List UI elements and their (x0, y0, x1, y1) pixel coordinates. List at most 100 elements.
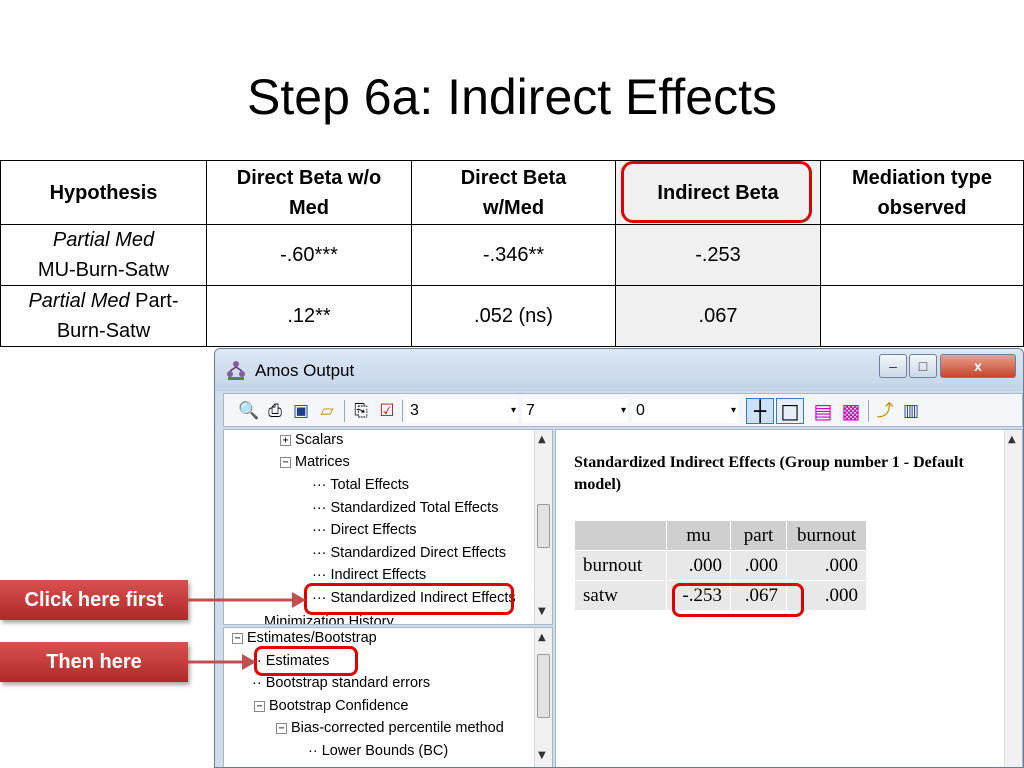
checkbox-icon[interactable]: ☑ (376, 400, 398, 422)
header-direct-beta-with-med: Direct Beta w/Med (411, 160, 616, 225)
maximize-button[interactable]: □ (909, 354, 937, 378)
tree-item-estimates-bootstrap[interactable]: − Estimates/Bootstrap (232, 628, 377, 648)
hypothesis-italic: Partial Med (28, 290, 130, 312)
matrix-corner (574, 520, 667, 551)
collapse-icon[interactable]: − (280, 457, 291, 468)
header-direct-w-med-line1: Direct Beta (460, 166, 567, 189)
table-row: Partial Med MU-Burn-Satw -.60*** -.346**… (0, 224, 1024, 286)
tree-label: Indirect Effects (330, 567, 427, 583)
tree-label: Standardized Direct Effects (330, 545, 506, 561)
tree-label: Bias-corrected percentile method (291, 720, 504, 736)
column-width-combo[interactable]: 7 ▾ (522, 399, 628, 423)
chevron-down-icon[interactable]: ▾ (511, 399, 516, 423)
help-pointer-icon[interactable]: ⤴ (874, 400, 896, 422)
tree-item-scalars[interactable]: + Scalars (280, 430, 343, 450)
scrollbar-thumb[interactable] (537, 504, 550, 548)
tree-label: Total Effects (330, 477, 409, 493)
toolbar-separator (344, 400, 345, 422)
matrix-row: burnout .000 .000 .000 (574, 550, 867, 581)
direct-wo-med-cell: .12** (206, 285, 412, 347)
chevron-down-icon[interactable]: ▾ (731, 399, 736, 423)
tree-item-bootstrap-se[interactable]: ·· Bootstrap standard errors (252, 673, 430, 693)
window-title: Amos Output (255, 361, 355, 380)
window-titlebar[interactable]: Amos Output – □ x (215, 349, 1023, 391)
mediation-cell (820, 285, 1024, 347)
tree-item-total-effects[interactable]: ··· Total Effects (312, 475, 409, 495)
header-mediation-line1: Mediation type (851, 166, 992, 189)
table-header-row: Hypothesis Direct Beta w/o Med Direct Be… (0, 160, 1024, 225)
then-here-callout: Then here (0, 642, 188, 682)
matrix-row: satw -.253 .067 .000 (574, 580, 867, 611)
copy-icon[interactable]: ⎘ (350, 400, 372, 422)
amos-output-window: Amos Output – □ x 🔍 ⎙ ▣ ▱ ⎘ ☑ 3 ▾ 7 ▾ 0 … (214, 348, 1024, 768)
tree-item-matrices[interactable]: − Matrices (280, 452, 350, 472)
tree-label: Matrices (295, 454, 350, 470)
book-icon[interactable]: ▣ (290, 400, 312, 422)
expand-icon[interactable]: + (280, 435, 291, 446)
tree-label: Direct Effects (330, 522, 417, 538)
matrix-row-label: burnout (574, 550, 667, 581)
tree-label: Bootstrap standard errors (265, 675, 431, 691)
collapse-icon[interactable]: − (232, 633, 243, 644)
columns-value: 0 (636, 402, 645, 419)
tree-label: Estimates/Bootstrap (247, 630, 377, 646)
open-folder-icon[interactable]: ▱ (316, 400, 338, 422)
tree-item-std-total-effects[interactable]: ··· Standardized Total Effects (312, 498, 498, 518)
header-direct-beta-without-med: Direct Beta w/o Med (206, 160, 412, 225)
columns-combo[interactable]: 0 ▾ (632, 399, 738, 423)
table-magenta-blue-icon[interactable]: ▩ (840, 400, 862, 422)
click-here-first-callout: Click here first (0, 580, 188, 620)
tree-item-bootstrap-confidence[interactable]: − Bootstrap Confidence (254, 696, 408, 716)
print-icon[interactable]: ⎙ (264, 400, 286, 422)
hypothesis-text: Part- (129, 290, 179, 312)
header-mediation-line2: observed (877, 196, 967, 219)
tree-item-bias-corrected[interactable]: − Bias-corrected percentile method (276, 718, 504, 738)
arrow-then-icon (188, 654, 256, 670)
slide-title: Step 6a: Indirect Effects (247, 69, 777, 125)
scroll-up-icon[interactable]: ▲ (538, 632, 546, 643)
tree-item-estimates[interactable]: ·· Estimates (252, 651, 329, 671)
scroll-down-icon[interactable]: ▼ (538, 606, 546, 617)
tree-item-direct-effects[interactable]: ··· Direct Effects (312, 520, 416, 540)
tree-item-lower-bounds[interactable]: ·· Lower Bounds (BC) (308, 741, 448, 761)
scrollbar-thumb[interactable] (537, 654, 550, 718)
tree-item-indirect-effects[interactable]: ··· Indirect Effects (312, 565, 426, 585)
matrix-header-row: mu part burnout (574, 520, 867, 551)
decimals-value: 3 (410, 402, 419, 419)
header-direct-wo-med-line2: Med (289, 196, 329, 219)
table-lines-icon[interactable]: ┼ (746, 398, 774, 424)
tree-item-std-indirect-effects[interactable]: ··· Standardized Indirect Effects (312, 588, 516, 608)
matrix-cell: .000 (786, 550, 867, 581)
scroll-up-icon[interactable]: ▲ (1008, 434, 1016, 445)
column-width-value: 7 (526, 402, 535, 419)
matrix-col-header: mu (666, 520, 731, 551)
header-direct-w-med-line2: w/Med (482, 196, 545, 219)
tree-label-selected: Estimates (265, 653, 330, 669)
mediation-cell (820, 224, 1024, 286)
chevron-down-icon[interactable]: ▾ (621, 399, 626, 423)
table-row: Partial Med Part- Burn-Satw .12** .052 (… (0, 285, 1024, 347)
output-scrollbar[interactable]: ▲ (1004, 430, 1022, 767)
table-magenta-icon[interactable]: ▤ (812, 400, 834, 422)
tree-label: Standardized Indirect Effects (330, 590, 516, 606)
collapse-icon[interactable]: − (276, 723, 287, 734)
book-open-icon[interactable]: ▥ (900, 400, 922, 422)
direct-w-med-cell: .052 (ns) (411, 285, 616, 347)
tree-label: Standardized Total Effects (330, 500, 499, 516)
tree-item-std-direct-effects[interactable]: ··· Standardized Direct Effects (312, 543, 506, 563)
close-button[interactable]: x (940, 354, 1016, 378)
estimates-scrollbar[interactable]: ▲ ▼ (534, 628, 552, 767)
scroll-up-icon[interactable]: ▲ (538, 434, 546, 445)
scroll-down-icon[interactable]: ▼ (538, 750, 546, 761)
print-preview-icon[interactable]: 🔍 (238, 400, 260, 422)
indirect-cell: -.253 (615, 224, 821, 286)
tree-scrollbar[interactable]: ▲ ▼ (534, 430, 552, 624)
collapse-icon[interactable]: − (254, 701, 265, 712)
table-box-icon[interactable]: □ (776, 398, 804, 424)
decimals-combo[interactable]: 3 ▾ (406, 399, 518, 423)
toolbar-separator (402, 400, 403, 422)
estimates-tree-pane: − Estimates/Bootstrap ·· Estimates ·· Boo… (223, 627, 553, 767)
minimize-button[interactable]: – (879, 354, 907, 378)
matrix-cell: .000 (786, 580, 867, 611)
matrix-cell: -.253 (666, 580, 731, 611)
